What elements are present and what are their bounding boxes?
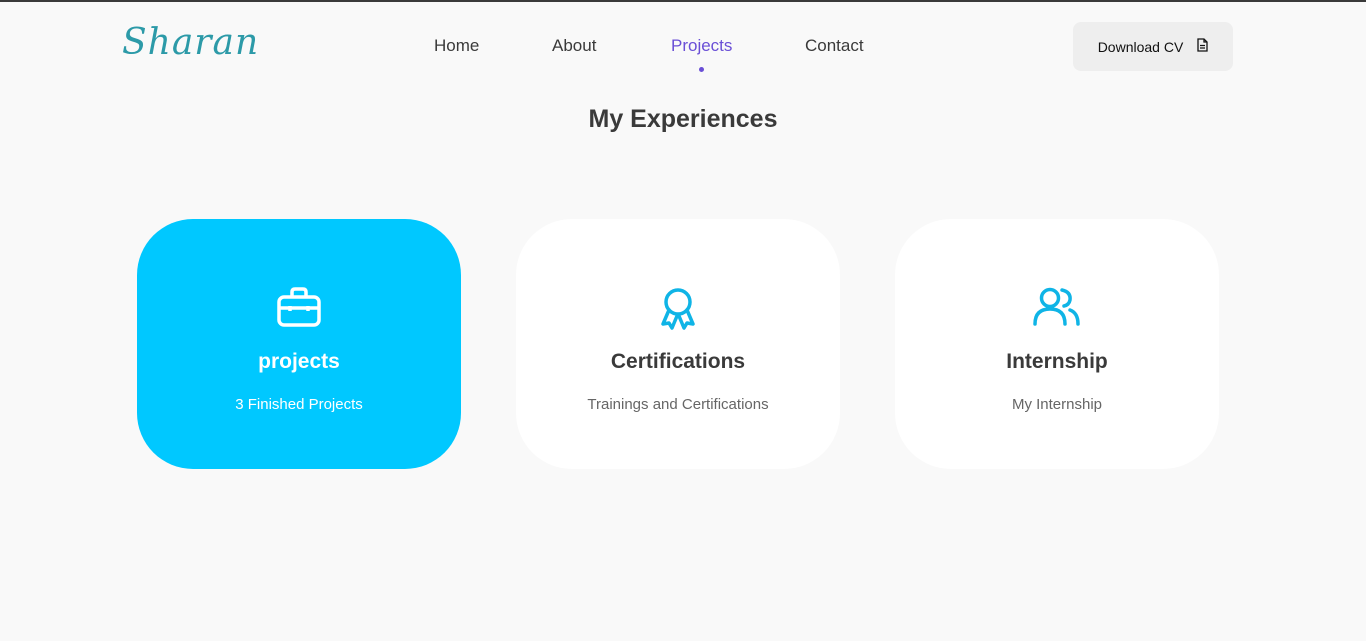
users-icon <box>895 287 1219 327</box>
site-header: Sharan Home About Projects Contact Downl… <box>0 2 1366 92</box>
section-title: My Experiences <box>588 105 778 133</box>
card-subtitle: 3 Finished Projects <box>235 396 363 413</box>
award-icon <box>516 287 840 331</box>
card-subtitle: Trainings and Certifications <box>587 396 769 413</box>
nav-home[interactable]: Home <box>434 36 479 56</box>
nav-about[interactable]: About <box>552 36 596 56</box>
download-cv-label: Download CV <box>1097 38 1184 55</box>
file-icon <box>1197 38 1208 55</box>
download-cv-button[interactable]: Download CV <box>1073 22 1233 71</box>
nav-contact[interactable]: Contact <box>805 36 864 56</box>
card-internship[interactable]: Internship My Internship <box>895 219 1219 469</box>
card-subtitle: My Internship <box>1011 396 1103 413</box>
card-title: Internship <box>1006 350 1108 373</box>
card-title: projects <box>258 350 340 373</box>
nav-projects[interactable]: Projects <box>671 36 732 56</box>
card-title: Certifications <box>610 350 746 373</box>
active-nav-indicator <box>699 67 704 72</box>
briefcase-icon <box>137 287 461 327</box>
card-projects[interactable]: projects 3 Finished Projects <box>137 219 461 469</box>
card-certifications[interactable]: Certifications Trainings and Certificati… <box>516 219 840 469</box>
